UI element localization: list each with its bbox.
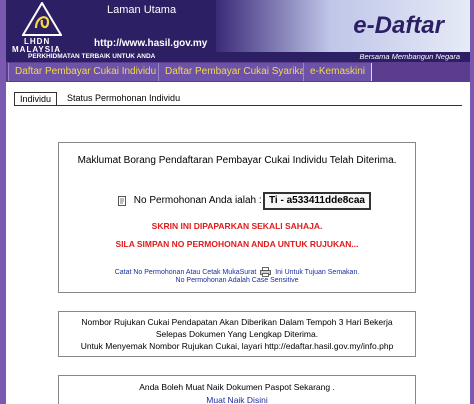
print-instruction-before: Catat No Permohonan Atau Cetak MukaSurat (114, 268, 257, 276)
reference-panel: Nombor Rujukan Cukai Pendapatan Akan Dib… (58, 311, 416, 357)
main-nav: Daftar Pembayar Cukai Individu Daftar Pe… (6, 62, 470, 82)
print-instruction-after: Ini Untuk Tujuan Semakan. (275, 268, 360, 276)
main-content: Individu Status Permohonan Individu Makl… (6, 82, 470, 404)
lhdn-emblem-icon (22, 2, 62, 36)
slogan-left: PERKHIDMATAN TERBAIK UNTUK ANDA (28, 53, 156, 60)
upload-text: Anda Boleh Muat Naik Dokumen Paspot Seka… (139, 382, 335, 392)
case-sensitive-note: No Permohonan Adalah Case Sensitive (175, 277, 299, 284)
tab-individu[interactable]: Individu (14, 92, 58, 106)
brand-banner: e-Daftar (216, 0, 470, 52)
application-number-row: No Permohonan Anda ialah : Ti - a533411d… (117, 192, 371, 213)
printer-icon[interactable] (260, 267, 272, 277)
site-header: LHDN MALAYSIA Laman Utama http://www.has… (6, 0, 470, 62)
nav-item-ekemaskini[interactable]: e-Kemaskini (303, 63, 373, 81)
nav-item-daftar-individu[interactable]: Daftar Pembayar Cukai Individu (8, 63, 164, 81)
print-instruction: Catat No Permohonan Atau Cetak MukaSurat… (59, 267, 415, 277)
site-url: http://www.hasil.gov.my (94, 38, 208, 49)
warning-save: SILA SIMPAN NO PERMOHONAN ANDA UNTUK RUJ… (115, 239, 359, 249)
nav-item-daftar-syarikat[interactable]: Daftar Pembayar Cukai Syarikat (158, 63, 315, 81)
confirmation-panel: Maklumat Borang Pendaftaran Pembayar Cuk… (58, 142, 416, 293)
application-number-label: No Permohonan Anda ialah : (133, 195, 262, 206)
tab-status-permohonan[interactable]: Status Permohonan Individu (62, 92, 185, 106)
slogan-right: Bersama Membangun Negara (359, 52, 460, 61)
application-number-value: Ti - a533411dde8caa (263, 192, 371, 210)
warning-once: SKRIN INI DIPAPARKAN SEKALI SAHAJA. (151, 221, 323, 231)
lhdn-logo[interactable]: LHDN MALAYSIA (6, 0, 86, 54)
upload-panel: Anda Boleh Muat Naik Dokumen Paspot Seka… (58, 375, 416, 404)
reference-line-2: Selepas Dokumen Yang Lengkap Diterima. (155, 329, 319, 339)
reference-line-3: Untuk Menyemak Nombor Rujukan Cukai, lay… (80, 341, 394, 351)
tab-divider (14, 105, 462, 106)
brand-title: e-Daftar (353, 12, 444, 39)
slogan-bar: PERKHIDMATAN TERBAIK UNTUK ANDA Bersama … (6, 52, 470, 62)
document-icon (118, 195, 126, 206)
page-frame: LHDN MALAYSIA Laman Utama http://www.has… (0, 0, 474, 404)
confirmation-title: Maklumat Borang Pendaftaran Pembayar Cuk… (77, 155, 397, 166)
upload-link[interactable]: Muat Naik Disini (59, 395, 415, 404)
reference-line-1: Nombor Rujukan Cukai Pendapatan Akan Dib… (81, 317, 393, 327)
home-link[interactable]: Laman Utama (107, 4, 176, 16)
